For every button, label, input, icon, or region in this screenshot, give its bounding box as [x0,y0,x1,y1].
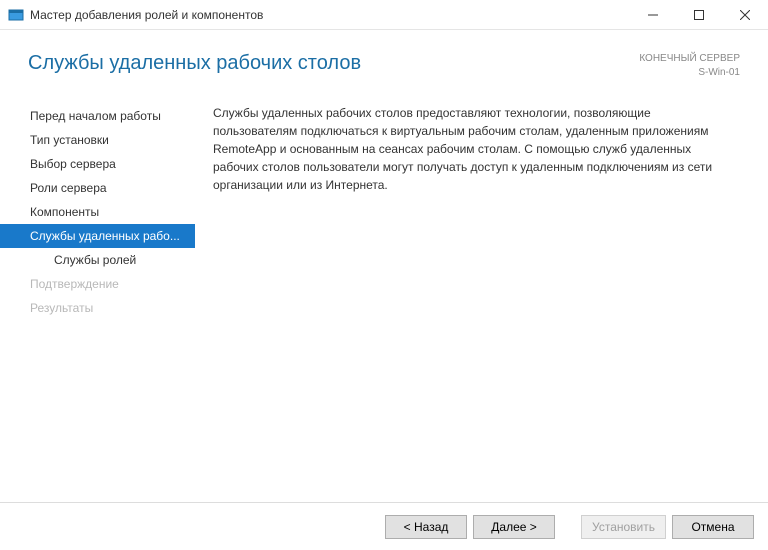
sidebar-item-features[interactable]: Компоненты [0,200,195,224]
app-icon [8,7,24,23]
sidebar-item-installation-type[interactable]: Тип установки [0,128,195,152]
minimize-button[interactable] [630,0,676,30]
footer: < Назад Далее > Установить Отмена [0,502,768,550]
destination-value: S-Win-01 [639,66,740,80]
window-controls [630,0,768,29]
next-button[interactable]: Далее > [473,515,555,539]
back-button[interactable]: < Назад [385,515,467,539]
sidebar-item-remote-desktop-services[interactable]: Службы удаленных рабо... [0,224,195,248]
sidebar-item-server-selection[interactable]: Выбор сервера [0,152,195,176]
sidebar-item-results: Результаты [0,296,195,320]
sidebar-item-server-roles[interactable]: Роли сервера [0,176,195,200]
page-title: Службы удаленных рабочих столов [28,52,361,75]
sidebar-item-role-services[interactable]: Службы ролей [0,248,195,272]
sidebar: Перед началом работы Тип установки Выбор… [0,98,195,498]
wizard-body: Перед началом работы Тип установки Выбор… [0,98,768,498]
close-button[interactable] [722,0,768,30]
destination-label: КОНЕЧНЫЙ СЕРВЕР [639,52,740,66]
install-button: Установить [581,515,666,539]
sidebar-item-confirmation: Подтверждение [0,272,195,296]
description-text: Службы удаленных рабочих столов предоста… [213,104,738,194]
window-title: Мастер добавления ролей и компонентов [30,8,630,22]
maximize-button[interactable] [676,0,722,30]
content-area: Службы удаленных рабочих столов предоста… [195,98,768,498]
destination-info: КОНЕЧНЫЙ СЕРВЕР S-Win-01 [639,52,740,80]
sidebar-item-before-you-begin[interactable]: Перед началом работы [0,104,195,128]
cancel-button[interactable]: Отмена [672,515,754,539]
header: Службы удаленных рабочих столов КОНЕЧНЫЙ… [0,30,768,98]
titlebar: Мастер добавления ролей и компонентов [0,0,768,30]
